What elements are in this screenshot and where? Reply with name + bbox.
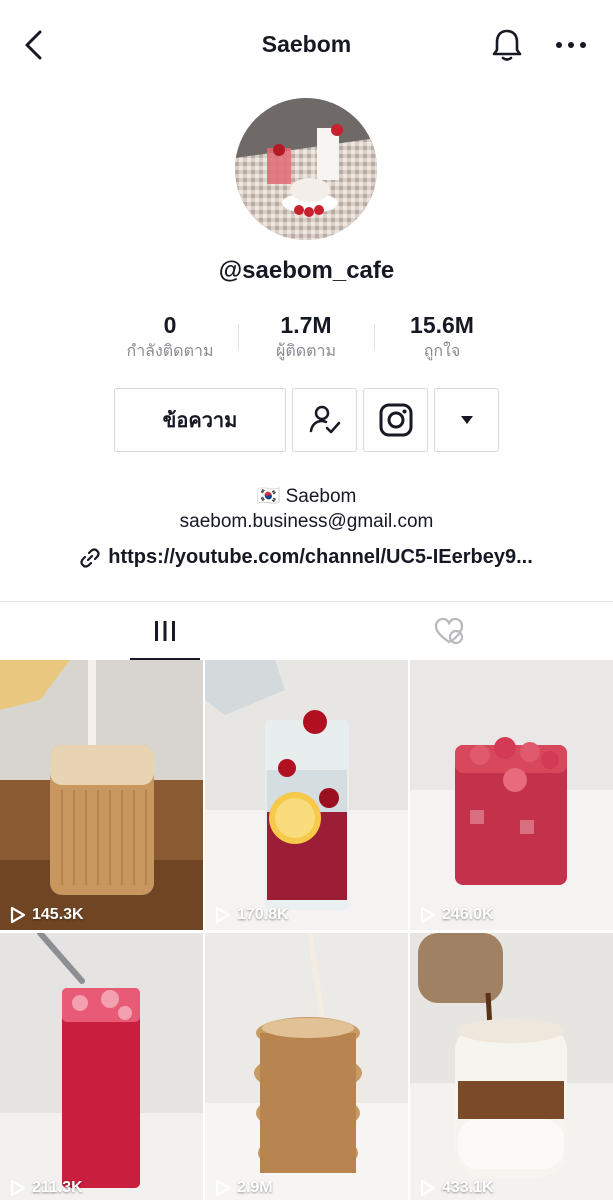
followers-label: ผู้ติดตาม <box>275 343 337 360</box>
followers-count: 1.7M <box>280 312 332 338</box>
following-stat[interactable]: 0 กำลังติดตาม <box>100 310 240 364</box>
action-buttons: ข้อความ <box>0 388 613 454</box>
profile-handle: @saebom_cafe <box>218 257 395 284</box>
hidden-heart-icon <box>434 617 464 645</box>
following-count: 0 <box>163 312 177 338</box>
message-button[interactable]: ข้อความ <box>114 388 286 452</box>
link-icon <box>80 547 100 568</box>
caret-down-icon <box>460 416 473 424</box>
bio-name: 🇰🇷 Saebom <box>256 486 357 507</box>
video-thumbnail[interactable]: 433.1K <box>410 933 613 1203</box>
stats-row: 0 กำลังติดตาม 1.7M ผู้ติดตาม 15.6M ถูกใจ <box>0 310 613 370</box>
avatar[interactable] <box>235 98 377 240</box>
likes-stat[interactable]: 15.6M ถูกใจ <box>372 310 512 364</box>
likes-label: ถูกใจ <box>423 343 461 360</box>
user-check-icon <box>309 405 340 434</box>
video-thumbnail[interactable]: 170.8K <box>205 660 408 930</box>
view-count: 170.8K <box>215 906 289 924</box>
following-label: กำลังติดตาม <box>126 343 214 360</box>
tab-videos[interactable] <box>12 602 318 660</box>
view-count: 211.3K <box>10 1179 83 1197</box>
video-thumbnail[interactable]: 211.3K <box>0 933 203 1203</box>
bell-icon <box>492 29 522 61</box>
play-icon <box>215 1179 231 1197</box>
more-dots-icon <box>556 42 586 48</box>
play-icon <box>10 906 26 924</box>
bio-link-text: https://youtube.com/channel/UC5-IEerbey9… <box>108 546 533 568</box>
likes-count: 15.6M <box>410 312 474 338</box>
grid-bars-icon <box>155 621 175 641</box>
content-tabs <box>0 601 613 661</box>
video-thumbnail[interactable]: 145.3K <box>0 660 203 930</box>
view-count: 433.1K <box>420 1179 494 1197</box>
instagram-icon <box>379 403 412 437</box>
view-count: 2.9M <box>215 1179 273 1197</box>
more-options-button[interactable] <box>552 30 592 60</box>
tab-liked[interactable] <box>296 602 602 660</box>
following-button[interactable] <box>292 388 357 452</box>
play-icon <box>10 1179 26 1197</box>
video-grid: 145.3K 170.8K 246.0K 211.3K 2.9M 433.1K <box>0 660 613 1200</box>
instagram-button[interactable] <box>363 388 428 452</box>
bio-link[interactable]: https://youtube.com/channel/UC5-IEerbey9… <box>0 546 613 569</box>
suggested-dropdown-button[interactable] <box>434 388 499 452</box>
top-bar: Saebom <box>0 0 613 90</box>
video-thumbnail[interactable]: 246.0K <box>410 660 613 930</box>
followers-stat[interactable]: 1.7M ผู้ติดตาม <box>236 310 376 364</box>
video-thumbnail[interactable]: 2.9M <box>205 933 408 1203</box>
view-count: 246.0K <box>420 906 494 924</box>
play-icon <box>420 1179 436 1197</box>
view-count: 145.3K <box>10 906 84 924</box>
notification-button[interactable] <box>488 26 526 64</box>
bio-email: saebom.business@gmail.com <box>179 511 434 532</box>
play-icon <box>420 906 436 924</box>
play-icon <box>215 906 231 924</box>
